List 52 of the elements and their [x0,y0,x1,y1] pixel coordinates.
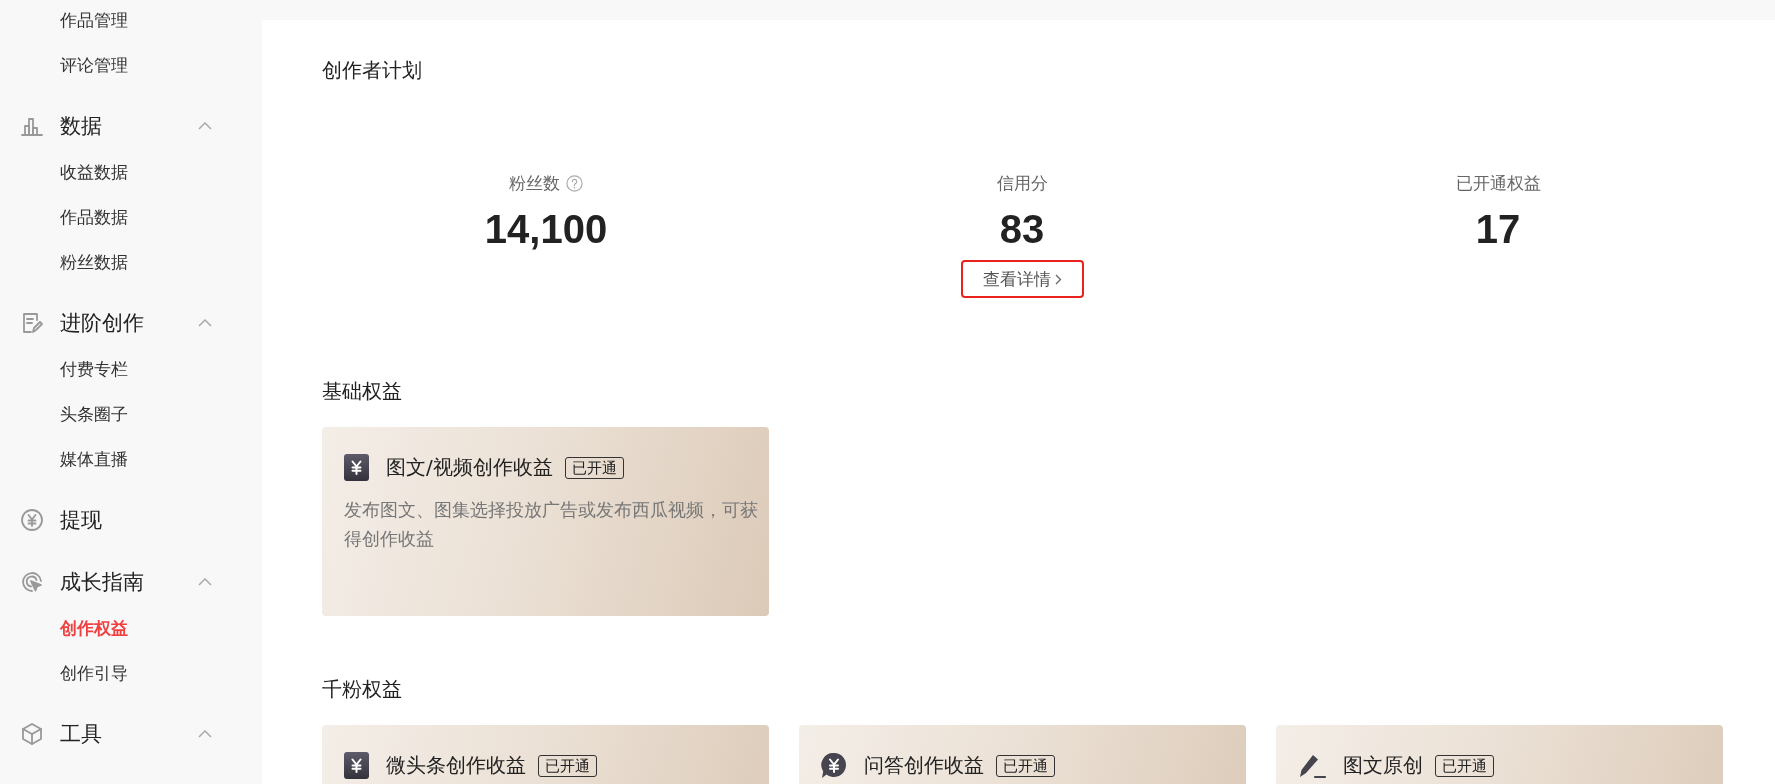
sidebar-group-title[interactable]: 工具 [60,720,102,748]
benefit-card[interactable]: 微头条创作收益 已开通 [322,725,769,784]
sidebar-item[interactable]: 创作权益 [60,615,128,640]
status-badge: 已开通 [1435,754,1494,777]
section-title: 基础权益 [322,379,403,403]
chevron-up-icon[interactable] [198,122,212,130]
chevron-up-icon[interactable] [198,730,212,738]
benefit-card[interactable]: 图文原创 已开通 [1276,725,1723,784]
benefit-card[interactable]: 问答创作收益 已开通 [799,725,1246,784]
details-link[interactable]: 查看详情 [960,260,1084,298]
yen-speech-bubble-icon [821,752,847,779]
target-arrow-icon [20,570,44,594]
stat-label: 粉丝数 [509,172,560,195]
card-description: 发布图文、图集选择投放广告或发布西瓜视频，可获得创作收益 [344,498,759,551]
stat-value: 83 [999,207,1045,251]
help-icon[interactable] [566,174,583,192]
card-title: 图文/视频创作收益 [386,454,553,481]
card-title: 图文原创 [1343,752,1423,779]
cube-icon [20,722,44,746]
card-title: 微头条创作收益 [386,752,526,779]
section-title: 千粉权益 [322,677,403,701]
stat-value: 17 [1475,207,1521,251]
sidebar-item[interactable]: 粉丝数据 [60,249,128,274]
sidebar-item[interactable]: 付费专栏 [60,356,128,381]
pencil-icon [1298,752,1326,779]
status-badge: 已开通 [564,456,624,479]
yen-square-icon [344,752,369,779]
status-badge: 已开通 [996,754,1055,777]
chevron-right-icon [1054,273,1062,285]
chevron-up-icon[interactable] [198,319,212,327]
sidebar-group-title[interactable]: 成长指南 [60,568,144,596]
status-badge: 已开通 [538,754,597,777]
yen-circle-icon [20,508,44,532]
card-title: 问答创作收益 [864,752,984,779]
sidebar-item[interactable]: 作品数据 [60,204,128,229]
sidebar-item[interactable]: 作品管理 [60,7,128,32]
chevron-up-icon[interactable] [198,578,212,586]
stat-label: 信用分 [996,172,1048,195]
stat-label: 已开通权益 [1455,172,1541,195]
benefit-card[interactable]: 图文/视频创作收益 已开通 发布图文、图集选择投放广告或发布西瓜视频，可获得创作收益 [322,427,769,616]
sidebar-group-title[interactable]: 数据 [60,112,102,140]
sidebar-link[interactable]: 提现 [60,506,102,534]
sidebar-item[interactable]: 创作引导 [60,660,128,685]
sidebar-item[interactable]: 评论管理 [60,52,128,77]
page-title: 创作者计划 [322,58,423,82]
stat-value: 14,100 [484,207,608,251]
sidebar-item[interactable]: 收益数据 [60,159,128,184]
yen-square-icon [344,454,369,481]
document-pencil-icon [20,311,44,335]
sidebar-item[interactable]: 媒体直播 [60,446,128,471]
sidebar-item[interactable]: 头条圈子 [60,401,128,426]
sidebar-group-title[interactable]: 进阶创作 [60,309,144,337]
